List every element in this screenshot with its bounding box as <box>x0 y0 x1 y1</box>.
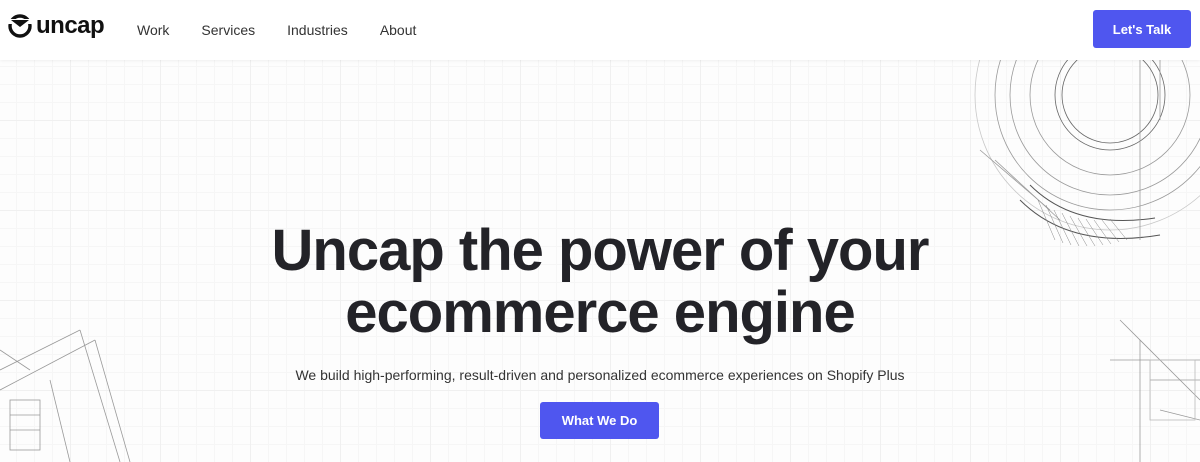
logo-link[interactable]: uncap <box>8 12 105 39</box>
nav-item-work[interactable]: Work <box>137 21 169 39</box>
main-nav: Work Services Industries About <box>137 21 448 39</box>
nav-item-about[interactable]: About <box>380 21 417 39</box>
nav-item-industries[interactable]: Industries <box>287 21 348 39</box>
hero-headline-line-2: ecommerce engine <box>345 280 855 345</box>
uncap-logo-icon <box>8 14 32 38</box>
hero-subheadline: We build high-performing, result-driven … <box>295 367 905 383</box>
hero-headline: Uncap the power of your ecommerce engine <box>0 220 1200 344</box>
page: uncap Work Services Industries About Let… <box>0 0 1200 462</box>
hero-headline-line-1: Uncap the power of your <box>271 218 930 283</box>
nav-item-services[interactable]: Services <box>201 21 255 39</box>
what-we-do-button[interactable]: What We Do <box>540 402 659 439</box>
lets-talk-button[interactable]: Let's Talk <box>1093 10 1191 48</box>
logo-wordmark: uncap <box>36 12 105 39</box>
site-header: uncap Work Services Industries About Let… <box>0 0 1200 60</box>
hero-section: Uncap the power of your ecommerce engine… <box>0 60 1200 462</box>
